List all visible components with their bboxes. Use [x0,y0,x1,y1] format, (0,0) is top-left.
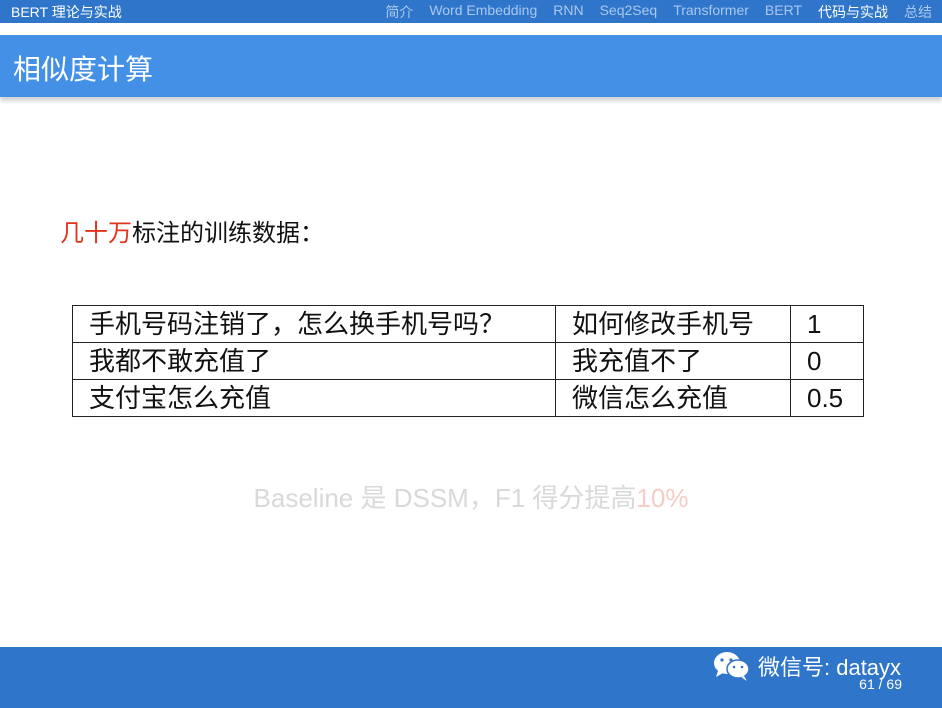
question-2-cell: 微信怎么充值 [555,379,791,417]
training-data-heading: 几十万标注的训练数据： [60,213,324,248]
question-1-cell: 手机号码注销了，怎么换手机号吗？ [72,305,556,343]
score-cell: 0.5 [790,379,864,417]
page-number: 61 / 69 [859,676,902,692]
table-row: 我都不敢充值了 我充值不了 0 [72,342,864,380]
nav-item-rnn[interactable]: RNN [553,2,583,22]
nav-item-code-practice[interactable]: 代码与实战 [818,2,888,22]
section-nav: 简介 Word Embedding RNN Seq2Seq Transforme… [369,2,932,22]
slide-title-bar: 相似度计算 [0,35,942,97]
baseline-note: Baseline 是 DSSM，F1 得分提高10% [0,478,942,515]
nav-item-word-embedding[interactable]: Word Embedding [429,2,537,22]
nav-item-bert[interactable]: BERT [765,2,802,22]
slide-title: 相似度计算 [13,54,154,85]
question-1-cell: 我都不敢充值了 [72,342,556,380]
question-1-cell: 支付宝怎么充值 [72,379,556,417]
score-cell: 0 [790,342,864,380]
nav-item-summary[interactable]: 总结 [904,2,932,22]
similarity-table: 手机号码注销了，怎么换手机号吗？ 如何修改手机号 1 我都不敢充值了 我充值不了… [72,305,864,417]
baseline-text: Baseline 是 DSSM，F1 得分提高 [253,483,637,513]
table-row: 支付宝怎么充值 微信怎么充值 0.5 [72,379,864,417]
wechat-icon [714,652,750,681]
nav-item-seq2seq[interactable]: Seq2Seq [600,2,658,22]
heading-highlight: 几十万 [60,220,132,247]
question-2-cell: 如何修改手机号 [555,305,791,343]
question-2-cell: 我充值不了 [555,342,791,380]
nav-item-intro[interactable]: 简介 [385,2,413,22]
score-cell: 1 [790,305,864,343]
heading-text: 标注的训练数据： [132,220,324,247]
baseline-percent: 10% [636,483,689,513]
footer-bar: 微信号: datayx 61 / 69 [0,647,942,708]
document-title: BERT 理论与实战 [11,3,122,20]
top-navigation-bar: BERT 理论与实战 简介 Word Embedding RNN Seq2Seq… [0,0,942,23]
table-row: 手机号码注销了，怎么换手机号吗？ 如何修改手机号 1 [72,305,864,343]
nav-item-transformer[interactable]: Transformer [673,2,749,22]
